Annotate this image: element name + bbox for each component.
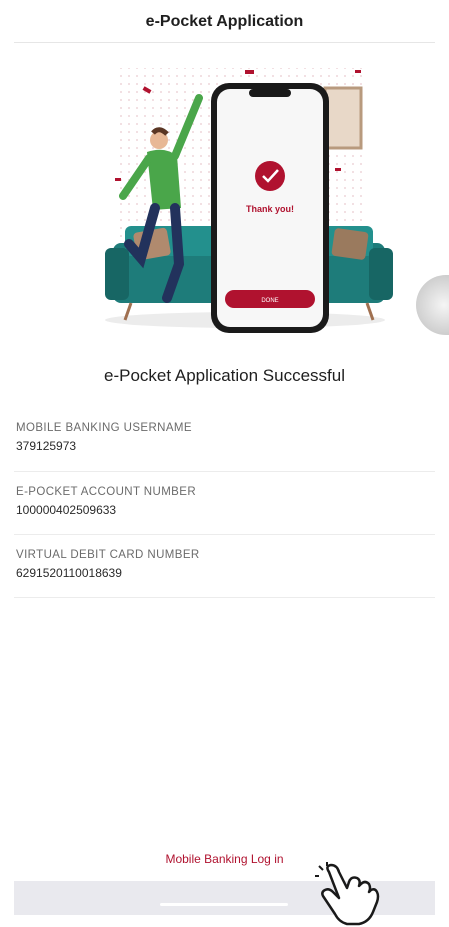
info-row-account-number: E-POCKET ACCOUNT NUMBER 100000402509633 — [14, 472, 435, 535]
account-info-list: MOBILE BANKING USERNAME 379125973 E-POCK… — [14, 408, 435, 598]
info-value: 379125973 — [16, 439, 77, 453]
success-title: e-Pocket Application Successful — [104, 366, 345, 385]
check-circle-icon — [255, 161, 285, 191]
info-value: 100000402509633 — [16, 503, 117, 517]
app-header: e-Pocket Application — [0, 0, 449, 42]
info-value: 6291520110018639 — [16, 566, 122, 580]
success-illustration: Thank you! DONE — [105, 68, 393, 333]
page-title: e-Pocket Application — [145, 13, 304, 30]
info-row-username: MOBILE BANKING USERNAME 379125973 — [14, 408, 435, 472]
info-row-card-number: VIRTUAL DEBIT CARD NUMBER 62915201100186… — [14, 535, 435, 598]
hand-pointer-icon — [315, 862, 380, 926]
home-indicator[interactable] — [160, 903, 288, 906]
header-divider — [14, 42, 435, 43]
info-label: MOBILE BANKING USERNAME — [16, 422, 192, 434]
side-scroll-handle[interactable] — [416, 275, 449, 335]
info-label: VIRTUAL DEBIT CARD NUMBER — [16, 549, 200, 561]
phone-done-label: DONE — [261, 298, 278, 304]
info-label: E-POCKET ACCOUNT NUMBER — [16, 486, 197, 498]
phone-message: Thank you! — [246, 204, 294, 214]
